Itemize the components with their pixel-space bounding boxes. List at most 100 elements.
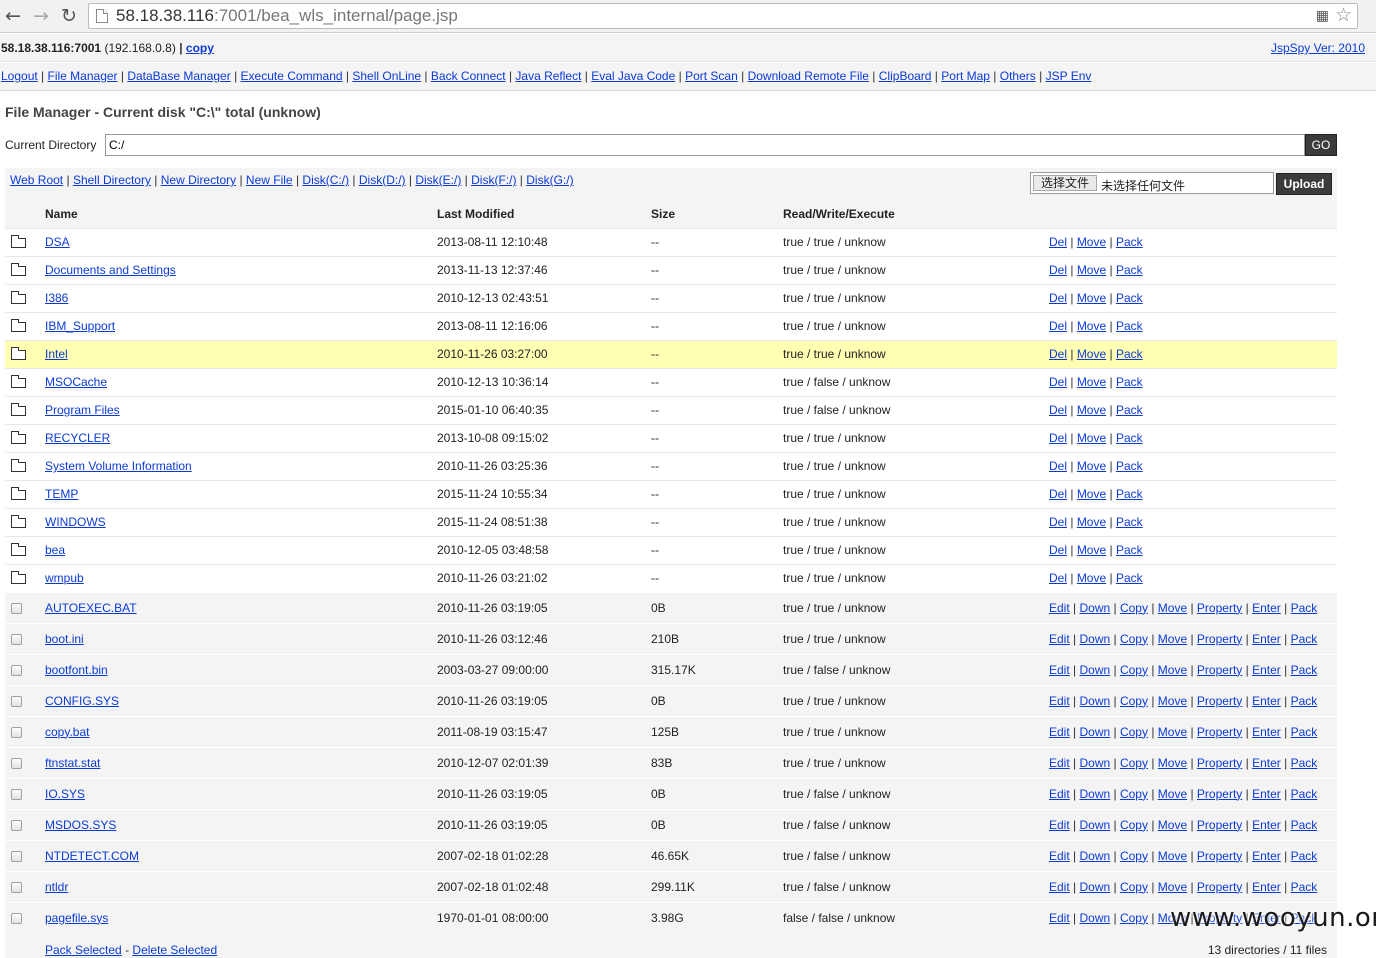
file-down-link[interactable]: Down <box>1079 911 1110 925</box>
file-name-link[interactable]: pagefile.sys <box>45 911 108 925</box>
dir-link-disk-f[interactable]: Disk(F:/) <box>471 173 516 187</box>
dir-move-link[interactable]: Move <box>1077 263 1106 277</box>
file-copy-link[interactable]: Copy <box>1120 787 1148 801</box>
dir-pack-link[interactable]: Pack <box>1116 319 1143 333</box>
file-edit-link[interactable]: Edit <box>1049 694 1070 708</box>
dir-del-link[interactable]: Del <box>1049 431 1067 445</box>
file-move-link[interactable]: Move <box>1158 725 1187 739</box>
file-enter-link[interactable]: Enter <box>1252 756 1281 770</box>
file-select-checkbox[interactable] <box>11 819 22 831</box>
file-pack-link[interactable]: Pack <box>1291 663 1318 677</box>
file-edit-link[interactable]: Edit <box>1049 725 1070 739</box>
menu-item-download-remote-file[interactable]: Download Remote File <box>748 69 869 83</box>
translate-icon[interactable]: ▦ <box>1316 7 1329 24</box>
file-copy-link[interactable]: Copy <box>1120 880 1148 894</box>
dir-link-disk-c[interactable]: Disk(C:/) <box>302 173 349 187</box>
menu-item-logout[interactable]: Logout <box>1 69 38 83</box>
file-pack-link[interactable]: Pack <box>1291 694 1318 708</box>
directory-name-link[interactable]: IBM_Support <box>45 319 115 333</box>
dir-pack-link[interactable]: Pack <box>1116 543 1143 557</box>
file-property-link[interactable]: Property <box>1197 880 1242 894</box>
file-edit-link[interactable]: Edit <box>1049 818 1070 832</box>
dir-del-link[interactable]: Del <box>1049 235 1067 249</box>
file-copy-link[interactable]: Copy <box>1120 725 1148 739</box>
file-enter-link[interactable]: Enter <box>1252 880 1281 894</box>
file-down-link[interactable]: Down <box>1079 601 1110 615</box>
file-copy-link[interactable]: Copy <box>1120 818 1148 832</box>
dir-del-link[interactable]: Del <box>1049 319 1067 333</box>
address-url[interactable]: 58.18.38.116:7001/bea_wls_internal/page.… <box>116 6 458 26</box>
directory-name-link[interactable]: TEMP <box>45 487 78 501</box>
file-pack-link[interactable]: Pack <box>1291 756 1318 770</box>
dir-pack-link[interactable]: Pack <box>1116 403 1143 417</box>
upload-button[interactable]: Upload <box>1276 173 1332 195</box>
dir-del-link[interactable]: Del <box>1049 571 1067 585</box>
reload-icon[interactable]: ↻ <box>58 5 80 27</box>
file-down-link[interactable]: Down <box>1079 694 1110 708</box>
directory-name-link[interactable]: Documents and Settings <box>45 263 176 277</box>
file-property-link[interactable]: Property <box>1197 725 1242 739</box>
dir-move-link[interactable]: Move <box>1077 431 1106 445</box>
file-select-checkbox[interactable] <box>11 788 22 800</box>
dir-link-disk-g[interactable]: Disk(G:/) <box>526 173 573 187</box>
file-pack-link[interactable]: Pack <box>1291 725 1318 739</box>
file-property-link[interactable]: Property <box>1197 756 1242 770</box>
file-down-link[interactable]: Down <box>1079 880 1110 894</box>
file-copy-link[interactable]: Copy <box>1120 601 1148 615</box>
dir-move-link[interactable]: Move <box>1077 403 1106 417</box>
pack-selected-link[interactable]: Pack Selected <box>45 943 122 957</box>
file-enter-link[interactable]: Enter <box>1252 725 1281 739</box>
file-pack-link[interactable]: Pack <box>1291 880 1318 894</box>
dir-move-link[interactable]: Move <box>1077 459 1106 473</box>
file-enter-link[interactable]: Enter <box>1252 694 1281 708</box>
file-down-link[interactable]: Down <box>1079 756 1110 770</box>
file-select-checkbox[interactable] <box>11 664 22 676</box>
file-name-link[interactable]: boot.ini <box>45 632 84 646</box>
dir-pack-link[interactable]: Pack <box>1116 487 1143 501</box>
menu-item-jsp-env[interactable]: JSP Env <box>1046 69 1092 83</box>
current-directory-input[interactable] <box>105 134 1305 156</box>
file-name-link[interactable]: ftnstat.stat <box>45 756 100 770</box>
directory-name-link[interactable]: DSA <box>45 235 70 249</box>
file-select-checkbox[interactable] <box>11 602 22 614</box>
file-name-link[interactable]: NTDETECT.COM <box>45 849 139 863</box>
directory-name-link[interactable]: wmpub <box>45 571 84 585</box>
dir-del-link[interactable]: Del <box>1049 347 1067 361</box>
file-property-link[interactable]: Property <box>1197 632 1242 646</box>
file-name-link[interactable]: IO.SYS <box>45 787 85 801</box>
menu-item-others[interactable]: Others <box>1000 69 1036 83</box>
file-name-link[interactable]: AUTOEXEC.BAT <box>45 601 137 615</box>
file-edit-link[interactable]: Edit <box>1049 663 1070 677</box>
address-bar[interactable]: 58.18.38.116:7001/bea_wls_internal/page.… <box>88 3 1358 29</box>
file-move-link[interactable]: Move <box>1158 756 1187 770</box>
file-enter-link[interactable]: Enter <box>1252 849 1281 863</box>
dir-link-shell-directory[interactable]: Shell Directory <box>73 173 151 187</box>
file-down-link[interactable]: Down <box>1079 818 1110 832</box>
menu-item-file-manager[interactable]: File Manager <box>48 69 118 83</box>
dir-move-link[interactable]: Move <box>1077 571 1106 585</box>
directory-name-link[interactable]: Program Files <box>45 403 120 417</box>
file-copy-link[interactable]: Copy <box>1120 849 1148 863</box>
file-move-link[interactable]: Move <box>1158 601 1187 615</box>
dir-pack-link[interactable]: Pack <box>1116 347 1143 361</box>
file-move-link[interactable]: Move <box>1158 849 1187 863</box>
dir-del-link[interactable]: Del <box>1049 375 1067 389</box>
menu-item-back-connect[interactable]: Back Connect <box>431 69 506 83</box>
dir-del-link[interactable]: Del <box>1049 515 1067 529</box>
file-down-link[interactable]: Down <box>1079 663 1110 677</box>
file-enter-link[interactable]: Enter <box>1252 818 1281 832</box>
dir-pack-link[interactable]: Pack <box>1116 571 1143 585</box>
dir-link-disk-e[interactable]: Disk(E:/) <box>415 173 461 187</box>
file-move-link[interactable]: Move <box>1158 694 1187 708</box>
file-name-link[interactable]: CONFIG.SYS <box>45 694 119 708</box>
file-edit-link[interactable]: Edit <box>1049 756 1070 770</box>
directory-name-link[interactable]: bea <box>45 543 65 557</box>
file-pack-link[interactable]: Pack <box>1291 601 1318 615</box>
file-chooser[interactable]: 选择文件 未选择任何文件 <box>1030 172 1274 194</box>
file-select-checkbox[interactable] <box>11 726 22 738</box>
file-pack-link[interactable]: Pack <box>1291 632 1318 646</box>
directory-name-link[interactable]: RECYCLER <box>45 431 110 445</box>
file-copy-link[interactable]: Copy <box>1120 911 1148 925</box>
file-select-checkbox[interactable] <box>11 757 22 769</box>
dir-pack-link[interactable]: Pack <box>1116 291 1143 305</box>
